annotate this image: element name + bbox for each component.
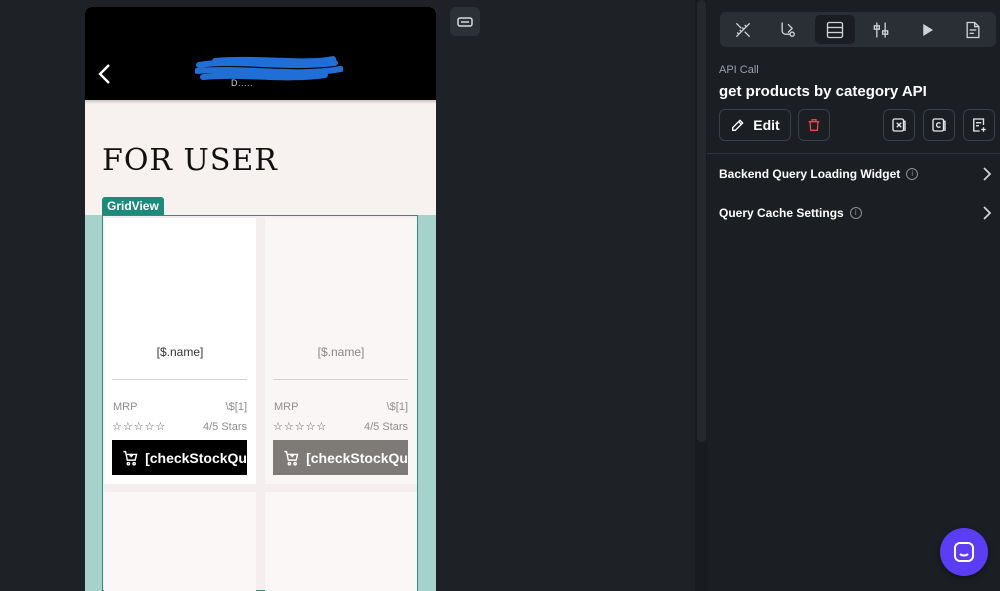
app-bar: D..... [85, 7, 436, 100]
card-divider [112, 379, 247, 380]
row-label: Backend Query Loading Widget [719, 167, 901, 181]
pencil-icon [732, 119, 744, 131]
clear-icon [892, 118, 906, 132]
notes-icon [966, 21, 980, 38]
trash-icon [808, 119, 820, 131]
page-title: FOR USER [102, 143, 278, 178]
chevron-right-icon [983, 167, 992, 181]
product-name: [$.name] [156, 345, 204, 359]
phone-canvas[interactable]: D..... FOR USER GridView [$.name] MRP \$… [85, 7, 436, 591]
mrp-label: MRP [113, 401, 138, 413]
card-divider [273, 379, 408, 380]
row-label: Query Cache Settings [719, 206, 844, 220]
add-to-cart-button[interactable]: [checkStockQu [112, 440, 247, 475]
gridview-badge[interactable]: GridView [102, 197, 164, 216]
mrp-label: MRP [274, 401, 299, 413]
backend-query-loading-widget-row[interactable]: Backend Query Loading Widget i [719, 164, 994, 184]
product-name: [$.name] [317, 345, 365, 359]
clear-query-button[interactable] [883, 109, 915, 141]
rating-text: 4/5 Stars [363, 421, 408, 433]
add-to-cart-label: [checkStockQu [145, 449, 247, 466]
cart-icon [284, 450, 299, 466]
info-icon[interactable]: i [906, 168, 919, 180]
product-card[interactable] [104, 492, 256, 591]
properties-icon [873, 22, 889, 37]
product-card[interactable] [265, 492, 417, 591]
edit-label: Edit [753, 117, 780, 133]
chevron-right-icon [983, 206, 992, 220]
section-divider [707, 153, 1000, 154]
api-call-name: get products by category API [719, 83, 927, 100]
design-icon [735, 22, 751, 37]
toggle-icon [457, 16, 473, 27]
support-chat-button[interactable] [940, 528, 988, 576]
tab-run[interactable] [907, 15, 947, 44]
edit-button[interactable]: Edit [719, 109, 791, 141]
rating-stars-icon: ☆☆☆☆☆ [273, 421, 328, 433]
tab-actions[interactable] [768, 15, 808, 44]
back-arrow-icon[interactable] [95, 61, 115, 87]
canvas-scrollbar-thumb[interactable] [697, 0, 706, 442]
cart-icon [123, 450, 138, 466]
redacted-title-scribble [195, 56, 343, 81]
play-icon [923, 23, 933, 36]
app-bar-shadow [85, 100, 436, 104]
add-to-cart-button[interactable]: [checkStockQu [273, 440, 408, 475]
copy-query-button[interactable] [923, 109, 955, 141]
tab-notes[interactable] [953, 15, 993, 44]
toggle-panel-button[interactable] [450, 7, 480, 36]
rating-stars-icon: ☆☆☆☆☆ [112, 421, 167, 433]
actions-icon [781, 22, 795, 37]
query-cache-settings-row[interactable]: Query Cache Settings i [719, 203, 994, 223]
product-card[interactable]: [$.name] MRP \$[1] ☆☆☆☆☆ 4/5 Stars [chec… [265, 218, 417, 484]
copy-icon [932, 118, 946, 132]
product-price: \$[1] [386, 401, 408, 413]
properties-panel: API Call get products by category API Ed… [707, 0, 1000, 591]
chat-icon [954, 542, 974, 562]
note-add-icon [973, 118, 986, 132]
delete-button[interactable] [798, 109, 830, 141]
app-bar-subtitle: D..... [231, 78, 254, 88]
product-card[interactable]: [$.name] MRP \$[1] ☆☆☆☆☆ 4/5 Stars [chec… [104, 218, 256, 484]
tab-properties[interactable] [861, 15, 901, 44]
backend-query-icon [826, 21, 844, 38]
panel-tabbar [720, 12, 996, 47]
rating-text: 4/5 Stars [202, 421, 247, 433]
tab-design[interactable] [723, 15, 763, 44]
add-note-button[interactable] [963, 109, 995, 141]
add-to-cart-label: [checkStockQu [306, 449, 408, 466]
tab-backend-query[interactable] [815, 15, 855, 44]
product-price: \$[1] [225, 401, 247, 413]
section-label: API Call [719, 64, 759, 76]
info-icon[interactable]: i [849, 207, 862, 219]
